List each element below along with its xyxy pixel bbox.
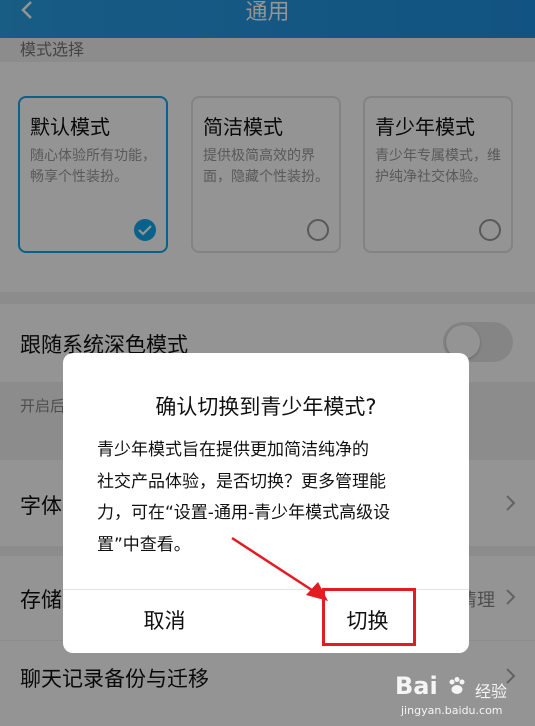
watermark-url: jingyan.baidu.com	[401, 704, 503, 717]
annotation-highlight-box	[322, 588, 416, 646]
cancel-button[interactable]: 取消	[63, 590, 266, 653]
dialog-message-line: 力，可在“设置-通用-青少年模式高级设	[97, 503, 391, 523]
dialog-title: 确认切换到青少年模式?	[155, 395, 377, 419]
paw-icon	[449, 677, 465, 694]
dialog-message-line: 青少年模式旨在提供更加简洁纯净的	[97, 440, 369, 460]
dialog-message: 青少年模式旨在提供更加简洁纯净的 社交产品体验，是否切换？更多管理能 力，可在“…	[97, 435, 447, 561]
dialog-message-line: 置”中查看。	[97, 534, 191, 555]
dialog-message-line: 社交产品体验，是否切换？更多管理能	[97, 471, 386, 492]
watermark-brand: Bai	[395, 672, 438, 700]
watermark-suffix: 经验	[475, 682, 508, 701]
baidu-watermark: Bai 经验 jingyan.baidu.com	[395, 672, 515, 722]
